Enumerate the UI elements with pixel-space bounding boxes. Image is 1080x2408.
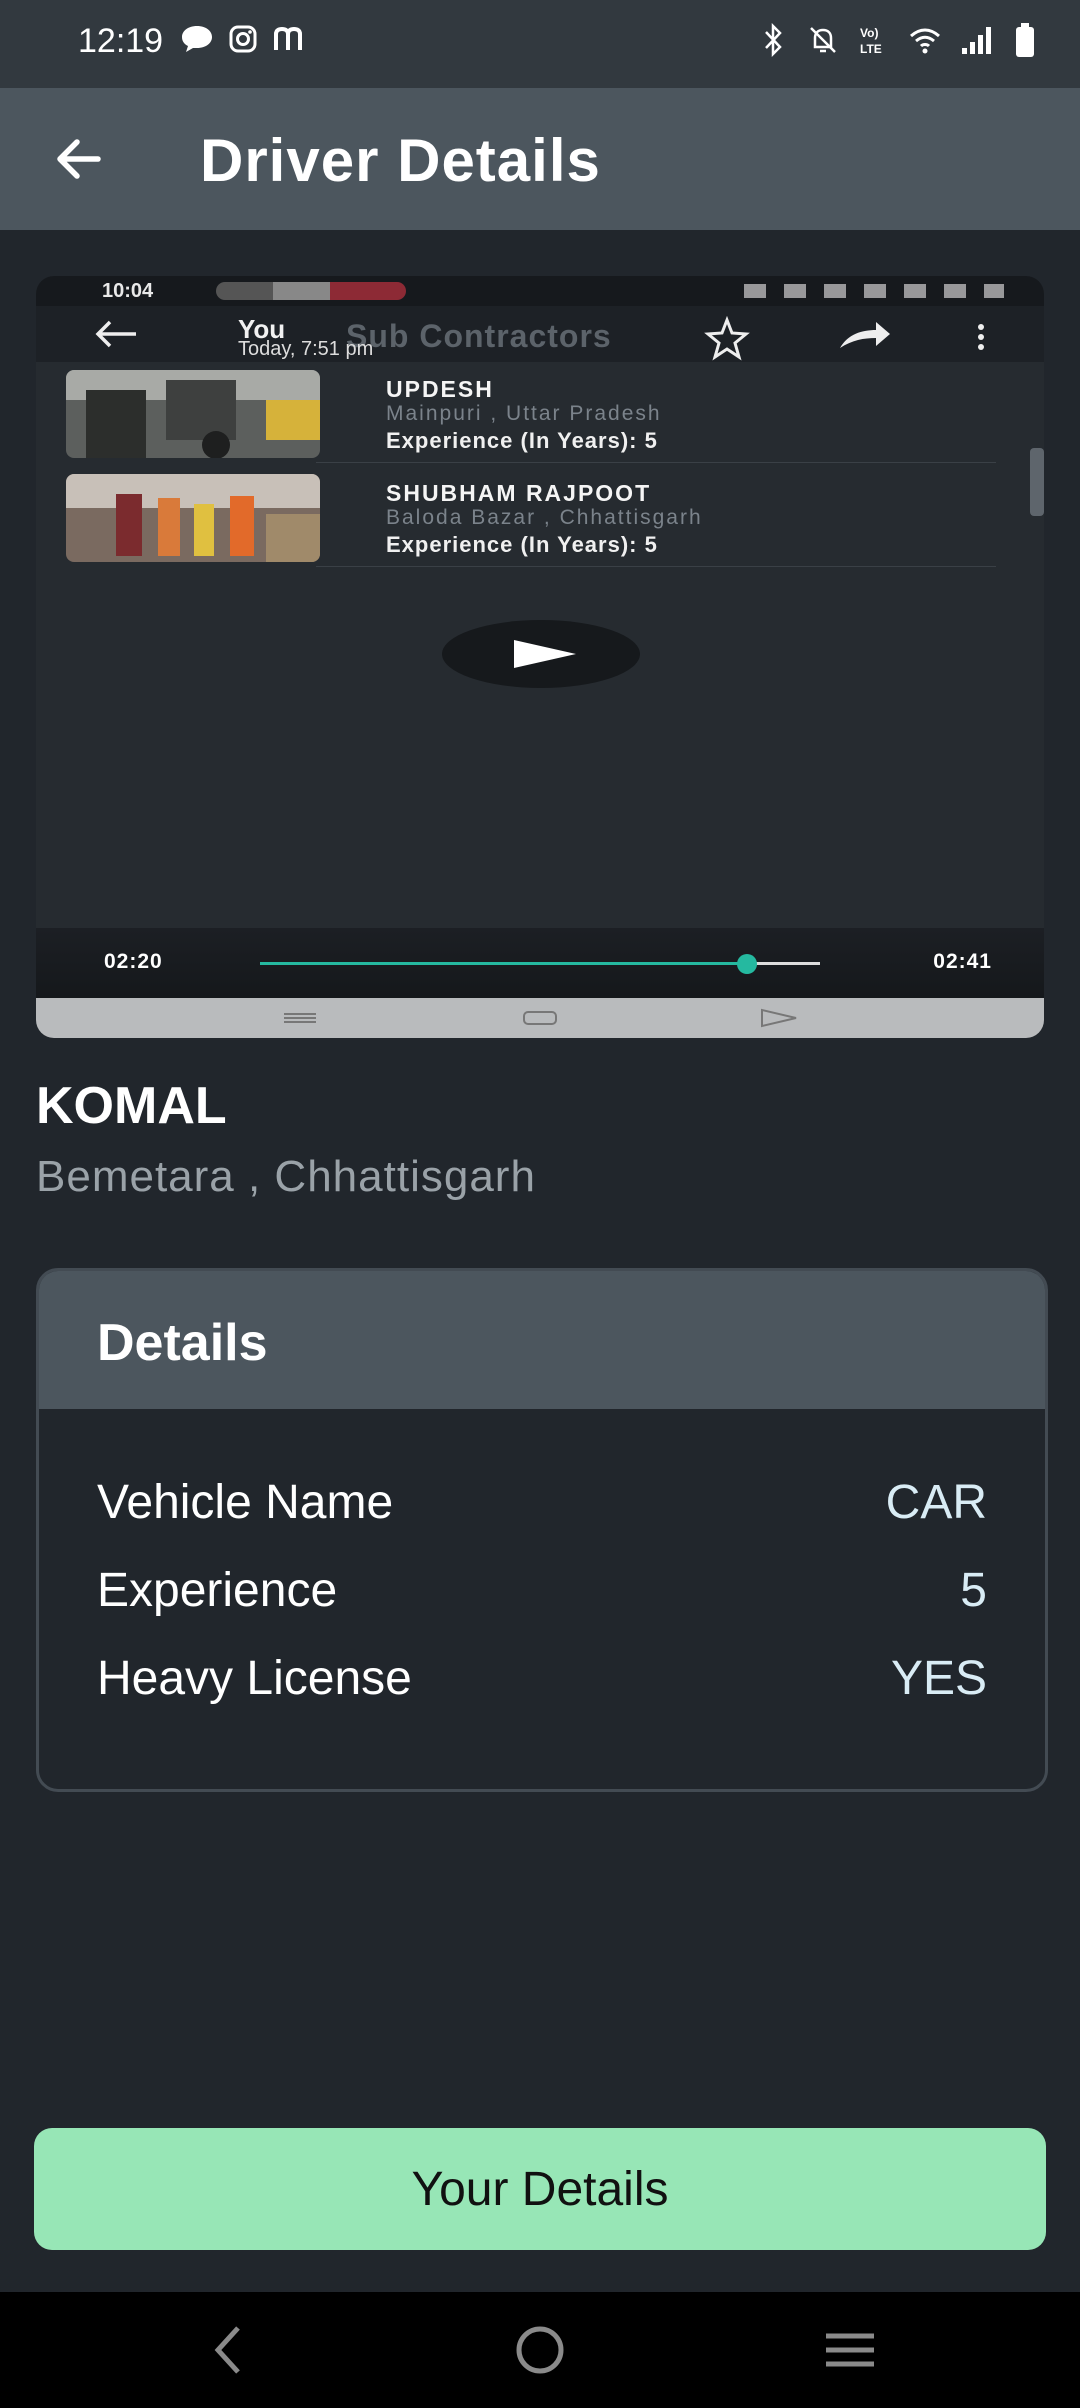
system-status-icons: Vo) LTE [758, 22, 1036, 58]
wifi-icon [910, 28, 940, 54]
details-heading: Details [97, 1314, 268, 1372]
item-location: Baloda Bazar , Chhattisgarh [386, 506, 703, 529]
forward-arrow-icon [840, 322, 890, 348]
detail-row-vehicle-name: Vehicle Name CAR [97, 1475, 987, 1535]
your-details-button[interactable]: Your Details [34, 2128, 1046, 2250]
system-nav-bar [0, 2292, 1080, 2408]
video-title-behind: Sub Contractors [346, 318, 612, 354]
video-status-bar: 10:04 [36, 276, 1044, 306]
divider [316, 566, 996, 567]
video-status-icons [744, 284, 1004, 298]
detail-row-heavy-license: Heavy License YES [97, 1651, 987, 1711]
detail-label: Vehicle Name [97, 1476, 394, 1529]
nav-back-icon[interactable] [208, 2320, 248, 2380]
video-sent-time: Today, 7:51 pm [238, 338, 374, 360]
status-bar: 12:19 Vo) LTE [0, 0, 1080, 88]
item-name: UPDESH [386, 376, 494, 402]
details-card-header: Details [39, 1271, 1045, 1409]
video-back-arrow-icon [95, 320, 136, 348]
bell-muted-icon [810, 27, 836, 53]
video-controls: 02:20 02:41 [36, 928, 1044, 998]
seek-bar[interactable] [260, 954, 820, 974]
video-scrollbar [1030, 448, 1044, 516]
chat-bubble-icon [182, 26, 212, 52]
detail-value: 5 [960, 1564, 987, 1617]
details-card: Details Vehicle Name CAR Experience 5 He… [36, 1268, 1048, 1792]
m-app-icon [274, 26, 302, 50]
video-nav-bar [36, 998, 1044, 1038]
nav-home-icon[interactable] [510, 2320, 570, 2380]
nav-menu-icon[interactable] [822, 2320, 878, 2380]
divider [316, 462, 996, 463]
notification-icons [180, 24, 308, 54]
total-time: 02:41 [933, 950, 992, 973]
detail-label: Experience [97, 1564, 338, 1617]
call-pill [216, 282, 406, 300]
detail-value: CAR [885, 1476, 987, 1529]
video-list-item: UPDESH Mainpuri , Uttar Pradesh Experien… [66, 370, 996, 463]
kebab-menu-icon [978, 324, 984, 350]
play-icon [514, 640, 576, 668]
detail-value: YES [890, 1652, 987, 1705]
volte-icon: Vo) LTE [860, 26, 882, 56]
item-experience: Experience (In Years): 5 [386, 428, 658, 453]
back-arrow-icon[interactable] [50, 130, 108, 188]
signal-icon [962, 27, 991, 54]
driver-location: Bemetara , Chhattisgarh [36, 1152, 536, 1201]
item-location: Mainpuri , Uttar Pradesh [386, 402, 662, 425]
page-title: Driver Details [200, 127, 601, 194]
play-button[interactable] [442, 620, 640, 688]
detail-row-experience: Experience 5 [97, 1563, 987, 1623]
thumbnail-image [66, 474, 320, 562]
svg-text:Vo): Vo) [860, 26, 878, 40]
battery-icon [1016, 23, 1034, 57]
item-name: SHUBHAM RAJPOOT [386, 480, 652, 506]
svg-text:LTE: LTE [860, 42, 882, 56]
driver-name: KOMAL [36, 1077, 227, 1135]
video-nav-icons [284, 1008, 797, 1028]
seek-bar-fill [260, 962, 748, 965]
seek-handle[interactable] [737, 954, 758, 974]
app-bar: Driver Details [0, 88, 1080, 230]
thumbnail-image [66, 370, 320, 458]
video-status-time: 10:04 [102, 280, 154, 302]
bluetooth-icon [765, 23, 782, 57]
star-icon [704, 316, 750, 361]
elapsed-time: 02:20 [104, 950, 163, 973]
status-time: 12:19 [78, 22, 164, 60]
instagram-icon [229, 25, 257, 53]
video-chat-header: Sub Contractors You Today, 7:51 pm [36, 306, 1044, 362]
video-list-item: SHUBHAM RAJPOOT Baloda Bazar , Chhattisg… [66, 474, 996, 567]
item-experience: Experience (In Years): 5 [386, 532, 658, 557]
detail-label: Heavy License [97, 1652, 412, 1705]
video-player[interactable]: 10:04 Sub Contractors You Today, 7:51 pm [36, 276, 1044, 1038]
